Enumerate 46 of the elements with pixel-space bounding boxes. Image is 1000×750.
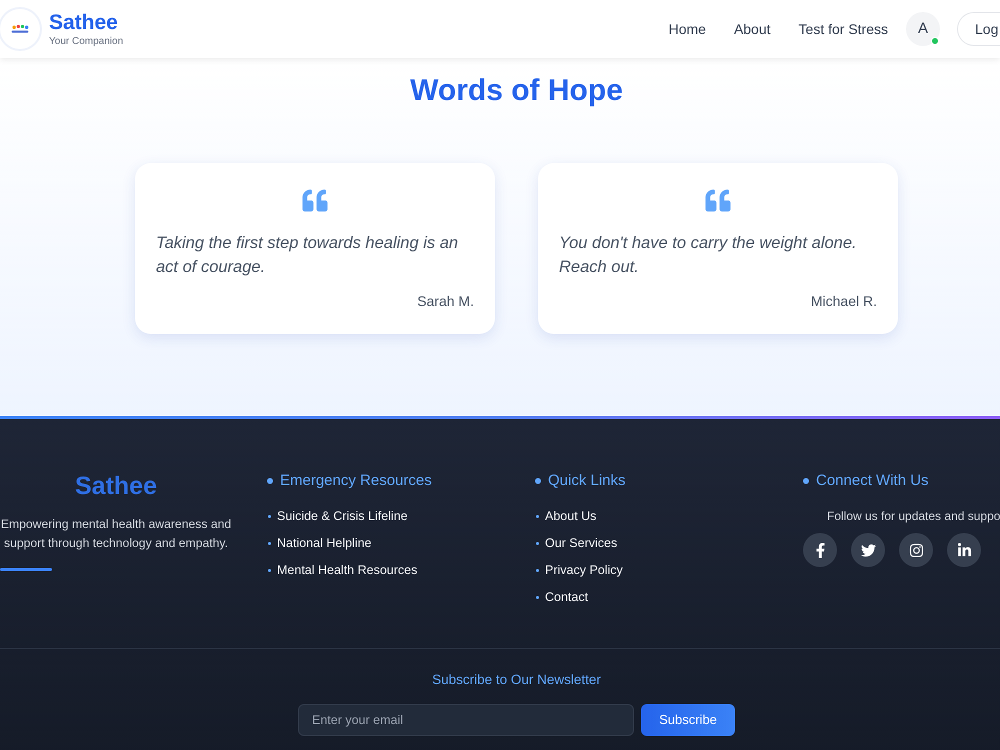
bullet-icon [268,542,271,544]
bullet-icon [268,514,271,518]
footer-link[interactable]: Privacy Policy [545,561,623,579]
accent-bar [0,568,52,571]
social-link[interactable] [947,533,981,567]
social-link[interactable] [803,533,837,567]
brand-tagline: Your Companion [49,34,124,48]
testimonial-quote: You don't have to carry the weight alone. Reach out. [559,233,858,278]
user-avatar[interactable]: A [906,12,940,46]
footer-heading: Quick Links [548,471,626,491]
footer-link[interactable]: Mental Health Resources [277,561,418,579]
bullet-icon [268,568,271,572]
footer-description: Empowering mental health awareness and support through technology and empathy. [0,516,232,552]
footer-heading: Emergency Resources [280,471,432,491]
footer-link[interactable]: National Helpline [277,534,372,552]
bullet-icon [536,596,539,598]
nav-link[interactable]: Home [668,18,706,40]
nav-link[interactable]: About [734,18,771,40]
bullet-icon [267,478,273,484]
testimonial-quote: Taking the first step towards healing is an act of courage. [156,233,460,278]
bullet-icon [803,478,809,484]
newsletter-title: Subscribe to Our Newsletter [432,671,601,689]
section-title: Words of Hope [410,73,623,109]
follow-text: Follow us for updates and suppo [827,508,1000,525]
logout-button[interactable]: Log [957,12,1000,46]
footer-link[interactable]: Contact [545,588,588,606]
subscribe-button[interactable]: Subscribe [641,704,735,736]
social-link[interactable] [851,533,885,567]
email-input[interactable]: Enter your email [298,704,634,736]
social-link[interactable] [899,533,933,567]
nav-link[interactable]: Test for Stress [798,18,888,40]
footer-heading: Connect With Us [816,471,929,491]
footer-link[interactable]: Our Services [545,534,618,552]
twitter-icon [860,542,876,558]
bullet-icon [535,478,541,484]
footer-link[interactable]: Suicide & Crisis Lifeline [277,507,408,525]
linkedin-icon [956,542,972,558]
bullet-icon [536,514,539,518]
instagram-icon [908,542,924,558]
testimonial-author: Michael R. [810,292,877,311]
footer-brand-name: Sathee [75,471,157,501]
bullet-icon [536,568,539,572]
testimonial-author: Sarah M. [417,292,474,311]
brand-name: Sathee [49,10,119,34]
bullet-icon [536,542,539,544]
footer-link[interactable]: About Us [545,507,596,525]
